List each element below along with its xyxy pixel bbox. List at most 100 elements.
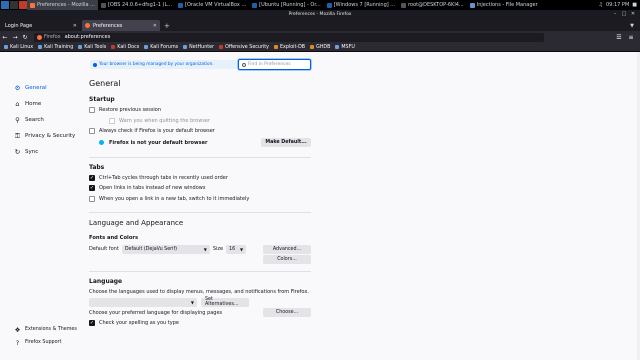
- firefox-identity-icon: [37, 34, 42, 40]
- taskbar-firefox-window[interactable]: Preferences - Mozilla ...: [27, 0, 98, 10]
- msfu-icon: [335, 45, 340, 49]
- volume-icon[interactable]: ♫: [598, 2, 602, 8]
- ghdb-icon: [310, 45, 315, 49]
- sidebar-item-search[interactable]: ⚲ Search: [14, 112, 75, 128]
- search-icon: ⚲: [15, 116, 20, 124]
- folder-icon: [469, 2, 475, 8]
- menu-icon[interactable]: ≡: [626, 32, 636, 42]
- library-icon[interactable]: ☰: [614, 32, 624, 42]
- default-font-select[interactable]: Default (DejaVu Serif) ▼: [121, 244, 210, 254]
- set-alternatives-button[interactable]: Set Alternatives...: [201, 297, 249, 307]
- kali-menu-icon[interactable]: [1, 1, 9, 9]
- window-titlebar: Preferences - Mozilla Firefox – □ ✕: [0, 10, 640, 19]
- reload-icon[interactable]: ↻: [20, 32, 30, 42]
- bookmark-kali-tools[interactable]: Kali Tools: [78, 45, 106, 50]
- clock[interactable]: 09:17 PM: [606, 2, 629, 8]
- taskbar-windows7-vm-window[interactable]: [Windows 7 [Running] ...: [324, 0, 398, 10]
- new-tab-button[interactable]: +: [164, 20, 170, 31]
- minimize-icon[interactable]: –: [612, 11, 618, 17]
- language-heading: Language: [89, 278, 123, 285]
- colors-button[interactable]: Colors...: [263, 255, 311, 265]
- ctrl-tab-option[interactable]: ✓ Ctrl+Tab cycles through tabs in recentl…: [89, 173, 311, 184]
- taskbar-file-manager-window[interactable]: Injections - File Manager: [467, 0, 541, 10]
- default-browser-status: Firefox is not your default browser Make…: [89, 137, 311, 149]
- find-in-preferences-input[interactable]: Find in Preferences: [238, 59, 311, 70]
- browser-launcher-icon[interactable]: [19, 1, 27, 9]
- bookmark-kali-forums[interactable]: Kali Forums: [144, 45, 178, 50]
- checkbox-checked[interactable]: ✓: [89, 174, 95, 181]
- advanced-fonts-button[interactable]: Advanced...: [263, 244, 311, 254]
- back-icon[interactable]: ←: [0, 32, 10, 42]
- firefox-support-link[interactable]: ? Firefox Support: [14, 336, 77, 349]
- tab-login-page[interactable]: Login Page ✕: [2, 20, 80, 31]
- exploit-db-icon: [273, 45, 278, 49]
- sidebar-item-privacy[interactable]: ⚿ Privacy & Security: [14, 128, 75, 144]
- ui-language-select[interactable]: ▼: [89, 297, 197, 307]
- sidebar-item-sync[interactable]: ↻ Sync: [14, 144, 75, 160]
- close-window-icon[interactable]: ✕: [630, 11, 636, 17]
- bookmark-ghdb[interactable]: GHDB: [310, 45, 330, 50]
- tab-strip: Login Page ✕ Preferences ✕ + ▼: [0, 19, 640, 31]
- close-tab-icon[interactable]: ✕: [73, 23, 77, 29]
- check-default-option[interactable]: Always check if Firefox is your default …: [89, 126, 311, 137]
- preferences-page: Your browser is being managed by your or…: [0, 52, 640, 360]
- maximize-icon[interactable]: □: [621, 11, 627, 17]
- url-bar[interactable]: Firefox about:preferences: [34, 32, 544, 42]
- taskbar-virtualbox-window[interactable]: [Oracle VM VirtualBox ...: [175, 0, 249, 10]
- info-icon: [99, 140, 104, 145]
- page-language-row: Choose your preferred language for displ…: [89, 308, 311, 319]
- page-title: General: [89, 79, 121, 88]
- sidebar-item-general[interactable]: ⚙ General: [14, 80, 75, 96]
- font-size-select[interactable]: 16 ▼: [226, 244, 247, 254]
- bookmark-kali-training[interactable]: Kali Training: [38, 45, 73, 50]
- virtualbox-icon: [252, 2, 258, 8]
- default-font-row: Default font Default (DejaVu Serif) ▼ Siz…: [89, 244, 311, 255]
- checkbox[interactable]: [89, 128, 95, 135]
- bookmarks-toolbar: Kali Linux Kali Training Kali Tools Kali…: [0, 43, 640, 52]
- spell-check-option[interactable]: ✓ Check your spelling as you type: [89, 318, 311, 329]
- terminal-launcher-icon[interactable]: [10, 1, 18, 9]
- window-title: Preferences - Mozilla Firefox: [288, 12, 352, 17]
- offsec-icon: [219, 45, 224, 49]
- kali-icon: [144, 45, 149, 49]
- bookmark-kali-linux[interactable]: Kali Linux: [4, 45, 33, 50]
- open-links-in-tabs-option[interactable]: ✓ Open links in tabs instead of new windo…: [89, 183, 311, 194]
- sidebar-item-home[interactable]: ⌂ Home: [14, 96, 75, 112]
- system-taskbar: Preferences - Mozilla ... [OBS 24.0.6+df…: [0, 0, 640, 10]
- bookmark-msfu[interactable]: MSFU: [335, 45, 355, 50]
- checkbox[interactable]: [89, 107, 95, 114]
- policy-notice[interactable]: Your browser is being managed by your or…: [90, 60, 237, 69]
- lock-icon: ⚿: [15, 131, 20, 140]
- extensions-themes-link[interactable]: ❖ Extensions & Themes: [14, 323, 77, 336]
- language-appearance-heading: Language and Appearance: [89, 219, 184, 227]
- checkbox-checked[interactable]: ✓: [89, 320, 95, 327]
- restore-session-option[interactable]: Restore previous session: [89, 105, 311, 116]
- forward-icon[interactable]: →: [10, 32, 20, 42]
- list-tabs-icon[interactable]: ▼: [630, 20, 640, 31]
- tab-preferences[interactable]: Preferences ✕: [82, 20, 160, 31]
- warn-quit-option: Warn you when quitting the browser: [89, 116, 311, 127]
- bookmark-nethunter[interactable]: NetHunter: [183, 45, 214, 50]
- obs-icon: [100, 2, 106, 8]
- tabs-heading: Tabs: [89, 163, 105, 171]
- switch-to-new-tab-option[interactable]: When you open a link in a new tab, switc…: [89, 194, 311, 205]
- chevron-down-icon: ▼: [240, 246, 244, 252]
- bookmark-kali-docs[interactable]: Kali Docs: [111, 45, 139, 50]
- checkbox[interactable]: [89, 195, 95, 202]
- close-tab-icon[interactable]: ✕: [153, 23, 157, 29]
- bookmark-offensive-security[interactable]: Offensive Security: [219, 45, 269, 50]
- taskbar-ubuntu-vm-window[interactable]: [Ubuntu [Running] - Or...: [249, 0, 324, 10]
- settings-tab-icon: [85, 23, 90, 28]
- bookmark-exploit-db[interactable]: Exploit-DB: [273, 45, 305, 50]
- kali-icon: [4, 45, 8, 49]
- taskbar-terminal-window[interactable]: root@DESKTOP-6KI4...: [398, 0, 467, 10]
- checkbox-checked[interactable]: ✓: [89, 185, 95, 192]
- make-default-button[interactable]: Make Default...: [261, 138, 311, 147]
- taskbar-obs-window[interactable]: [OBS 24.0.6+dfsg1-1 (L...: [98, 0, 175, 10]
- navigation-toolbar: ← → ↻ Firefox about:preferences ☰ ≡: [0, 31, 640, 43]
- kali-icon: [78, 45, 83, 49]
- sidebar-footer: ❖ Extensions & Themes ? Firefox Support: [14, 323, 77, 349]
- choose-language-button[interactable]: Choose...: [263, 308, 311, 318]
- lock-screen-icon[interactable]: ■: [632, 2, 637, 8]
- info-icon: [93, 62, 97, 67]
